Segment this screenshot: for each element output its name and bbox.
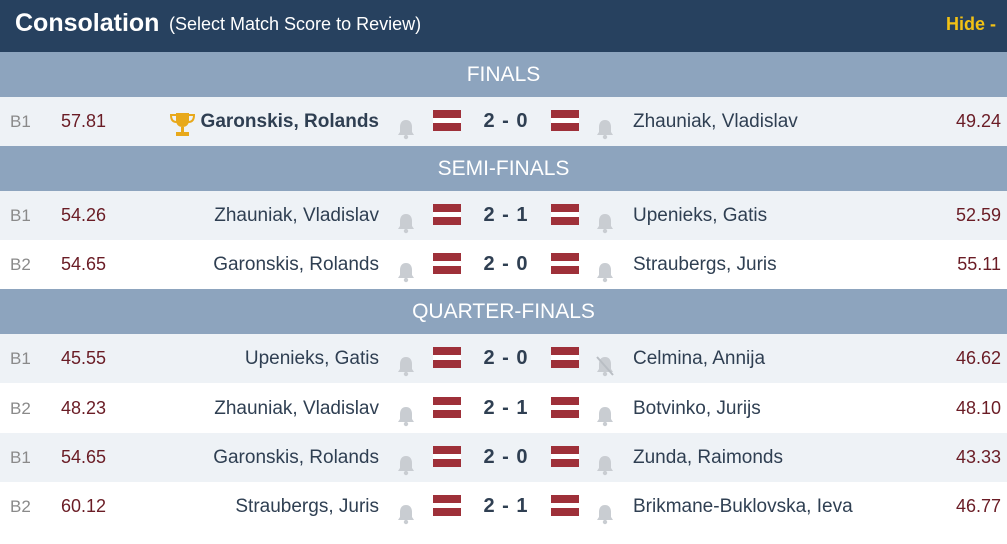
left-player-average: 57.81 <box>61 111 107 131</box>
left-player-average: 60.12 <box>61 496 107 516</box>
latvia-flag-icon <box>433 347 461 368</box>
left-player-average: 54.26 <box>61 205 107 225</box>
match-score-link[interactable]: 2 - 0 <box>476 433 536 482</box>
match-score-link[interactable]: 2 - 0 <box>476 97 536 146</box>
bracket-label: B2 <box>10 255 31 274</box>
bell-icon[interactable] <box>595 397 615 427</box>
bell-icon[interactable] <box>396 347 416 377</box>
match-score-link[interactable]: 2 - 1 <box>476 384 536 433</box>
match-row: B2 60.12 Straubergs, Juris 2 - 1 Brikmane-Bu… <box>0 482 1007 531</box>
latvia-flag-icon <box>433 397 461 418</box>
hide-toggle-button[interactable]: Hide - <box>946 14 996 35</box>
right-player-name[interactable]: Brikmane-Buklovska, Ieva <box>633 482 853 531</box>
right-player-average: 48.10 <box>955 398 1001 418</box>
match-score-link[interactable]: 2 - 1 <box>476 191 536 240</box>
page-title: Consolation <box>15 9 160 37</box>
bell-icon[interactable] <box>595 495 615 525</box>
bell-icon[interactable] <box>396 446 416 476</box>
section-header-quarter-finals: QUARTER-FINALS <box>0 289 1007 335</box>
right-player-name[interactable]: Celmina, Annija <box>633 334 765 383</box>
left-player-name[interactable]: Garonskis, Rolands <box>213 240 379 289</box>
right-player-name[interactable]: Botvinko, Jurijs <box>633 384 761 433</box>
latvia-flag-icon <box>551 253 579 274</box>
latvia-flag-icon <box>551 110 579 131</box>
left-player-name[interactable]: Garonskis, Rolands <box>213 433 379 482</box>
latvia-flag-icon <box>433 495 461 516</box>
match-row: B1 57.81 Garonskis, Rolands 2 - 0 Zhauniak, … <box>0 97 1007 146</box>
bell-muted-icon[interactable] <box>595 347 615 377</box>
bell-icon[interactable] <box>595 253 615 283</box>
right-player-name[interactable]: Zunda, Raimonds <box>633 433 783 482</box>
match-row: B1 54.65 Garonskis, Rolands 2 - 0 Zunda, Rai… <box>0 433 1007 482</box>
latvia-flag-icon <box>433 110 461 131</box>
right-player-name[interactable]: Straubergs, Juris <box>633 240 777 289</box>
left-player-average: 48.23 <box>61 398 107 418</box>
left-player-average: 54.65 <box>61 447 107 467</box>
left-player-average: 54.65 <box>61 254 107 274</box>
bell-icon[interactable] <box>396 110 416 140</box>
trophy-icon <box>169 108 196 136</box>
match-row: B2 48.23 Zhauniak, Vladislav 2 - 1 Botvinko,… <box>0 384 1007 433</box>
left-player-name[interactable]: Straubergs, Juris <box>235 482 379 531</box>
bell-icon[interactable] <box>396 397 416 427</box>
right-player-name[interactable]: Zhauniak, Vladislav <box>633 97 798 146</box>
bell-icon[interactable] <box>595 446 615 476</box>
match-row: B2 54.65 Garonskis, Rolands 2 - 0 Straubergs… <box>0 240 1007 289</box>
latvia-flag-icon <box>551 397 579 418</box>
bell-icon[interactable] <box>396 253 416 283</box>
bracket-label: B2 <box>10 399 31 418</box>
match-row: B1 45.55 Upenieks, Gatis 2 - 0 Celmina, Anni… <box>0 334 1007 383</box>
bracket-label: B1 <box>10 349 31 368</box>
bracket-label: B1 <box>10 448 31 467</box>
bell-icon[interactable] <box>396 495 416 525</box>
bracket-label: B1 <box>10 206 31 225</box>
match-score-link[interactable]: 2 - 0 <box>476 240 536 289</box>
right-player-name[interactable]: Upenieks, Gatis <box>633 191 767 240</box>
latvia-flag-icon <box>551 204 579 225</box>
bracket-label: B2 <box>10 497 31 516</box>
left-player-name[interactable]: Upenieks, Gatis <box>245 334 379 383</box>
right-player-average: 43.33 <box>955 447 1001 467</box>
right-player-average: 55.11 <box>957 254 1001 274</box>
consolation-header: Consolation (Select Match Score to Revie… <box>0 0 1007 52</box>
section-header-semi-finals: SEMI-FINALS <box>0 146 1007 192</box>
page-subtitle: (Select Match Score to Review) <box>169 14 422 34</box>
left-player-name[interactable]: Zhauniak, Vladislav <box>214 191 379 240</box>
bell-icon[interactable] <box>595 204 615 234</box>
latvia-flag-icon <box>551 347 579 368</box>
left-player-average: 45.55 <box>61 348 107 368</box>
match-score-link[interactable]: 2 - 0 <box>476 334 536 383</box>
latvia-flag-icon <box>551 446 579 467</box>
latvia-flag-icon <box>433 253 461 274</box>
bell-icon[interactable] <box>396 204 416 234</box>
match-row: B1 54.26 Zhauniak, Vladislav 2 - 1 Upenieks,… <box>0 191 1007 240</box>
right-player-average: 52.59 <box>955 205 1001 225</box>
right-player-average: 49.24 <box>955 111 1001 131</box>
right-player-average: 46.62 <box>955 348 1001 368</box>
right-player-average: 46.77 <box>955 496 1001 516</box>
match-score-link[interactable]: 2 - 1 <box>476 482 536 531</box>
bell-icon[interactable] <box>595 110 615 140</box>
left-player-name[interactable]: Zhauniak, Vladislav <box>214 384 379 433</box>
latvia-flag-icon <box>551 495 579 516</box>
bracket-label: B1 <box>10 112 31 131</box>
section-header-finals: FINALS <box>0 52 1007 98</box>
latvia-flag-icon <box>433 204 461 225</box>
latvia-flag-icon <box>433 446 461 467</box>
left-player-name[interactable]: Garonskis, Rolands <box>201 97 379 146</box>
